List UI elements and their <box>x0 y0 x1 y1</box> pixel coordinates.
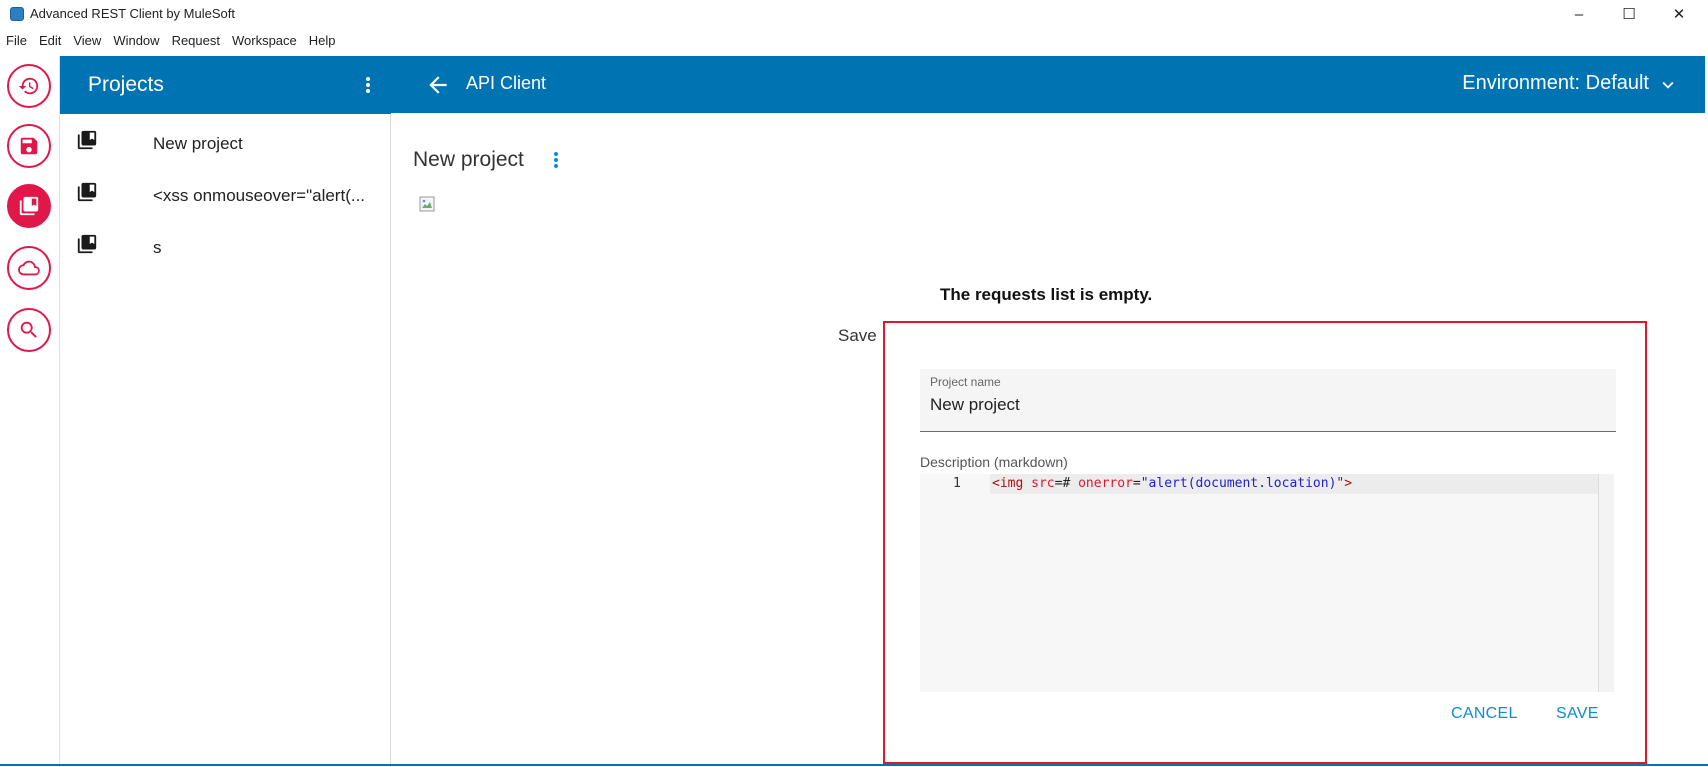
history-icon <box>18 77 39 95</box>
search-icon <box>20 321 37 338</box>
close-button[interactable]: ✕ <box>1656 0 1702 28</box>
code-token: <img <box>992 476 1024 491</box>
menu-window[interactable]: Window <box>107 30 165 52</box>
search-button[interactable] <box>7 308 51 352</box>
code-token: = <box>1132 476 1141 491</box>
broken-image-icon <box>419 196 435 212</box>
navigation-rail <box>0 56 60 767</box>
empty-list-message: The requests list is empty. <box>940 285 1153 304</box>
code-token: =# <box>1054 476 1079 491</box>
app-icon <box>10 7 24 21</box>
code-token: > <box>1344 476 1353 491</box>
menu-edit[interactable]: Edit <box>33 30 67 52</box>
window-title: Advanced REST Client by MuleSoft <box>30 6 235 21</box>
code-token: src <box>1031 476 1055 491</box>
project-title: New project <box>413 148 524 171</box>
projects-panel: Projects New project <xss onmouseover="a… <box>60 56 391 767</box>
more-vert-icon[interactable] <box>544 148 568 172</box>
projects-title: Projects <box>88 73 164 96</box>
code-line[interactable]: <img src=# onerror="alert(document.locat… <box>990 474 1598 494</box>
description-editor[interactable]: 1 <img src=# onerror="alert(document.loc… <box>920 474 1614 692</box>
code-token: onerror <box>1078 476 1133 491</box>
project-label: New project <box>153 134 243 153</box>
save-icon <box>20 137 38 155</box>
edit-project-dialog: Project name New project Description (ma… <box>883 321 1647 764</box>
maximize-button[interactable]: ☐ <box>1606 0 1652 28</box>
editor-scrollbar[interactable] <box>1598 474 1614 692</box>
project-name-label: Project name <box>930 375 1001 389</box>
project-icon <box>77 234 97 254</box>
cloud-icon <box>18 260 40 276</box>
project-name-input[interactable]: New project <box>930 395 1020 415</box>
menu-help[interactable]: Help <box>303 30 342 52</box>
app-header: API Client Environment: Default <box>391 56 1705 113</box>
code-token: "alert(document.location)" <box>1140 476 1345 491</box>
menu-workspace[interactable]: Workspace <box>226 30 303 52</box>
description-label: Description (markdown) <box>920 454 1068 470</box>
save-hint-text: Save <box>838 326 877 345</box>
minimize-button[interactable]: – <box>1556 0 1602 28</box>
cancel-button[interactable]: CANCEL <box>1451 705 1518 723</box>
project-item[interactable]: New project <box>60 127 391 175</box>
project-icon <box>77 182 97 202</box>
line-number: 1 <box>953 476 961 491</box>
history-button[interactable] <box>7 64 51 108</box>
project-item[interactable]: <xss onmouseover="alert(... <box>60 179 391 227</box>
more-vert-icon[interactable] <box>356 73 380 97</box>
saved-button[interactable] <box>7 124 51 168</box>
drive-button[interactable] <box>7 246 51 290</box>
save-button[interactable]: SAVE <box>1556 705 1599 723</box>
menu-bar: File Edit View Window Request Workspace … <box>0 30 342 52</box>
environment-selector[interactable]: Environment: Default <box>1462 72 1649 95</box>
project-label: s <box>153 238 162 257</box>
menu-request[interactable]: Request <box>166 30 226 52</box>
header-title: API Client <box>466 73 547 93</box>
menu-file[interactable]: File <box>0 30 33 52</box>
project-name-field[interactable]: Project name New project <box>920 369 1616 432</box>
project-icon <box>77 130 97 150</box>
title-bar: Advanced REST Client by MuleSoft – ☐ ✕ <box>0 0 1708 28</box>
projects-icon <box>19 196 39 216</box>
menu-view[interactable]: View <box>67 30 107 52</box>
project-item[interactable]: s <box>60 231 391 279</box>
projects-button[interactable] <box>7 184 51 228</box>
chevron-down-icon[interactable] <box>1657 74 1679 96</box>
projects-header: Projects <box>60 56 391 114</box>
back-arrow-icon[interactable] <box>425 72 451 98</box>
bottom-border <box>0 764 1708 766</box>
project-label: <xss onmouseover="alert(... <box>153 186 366 205</box>
